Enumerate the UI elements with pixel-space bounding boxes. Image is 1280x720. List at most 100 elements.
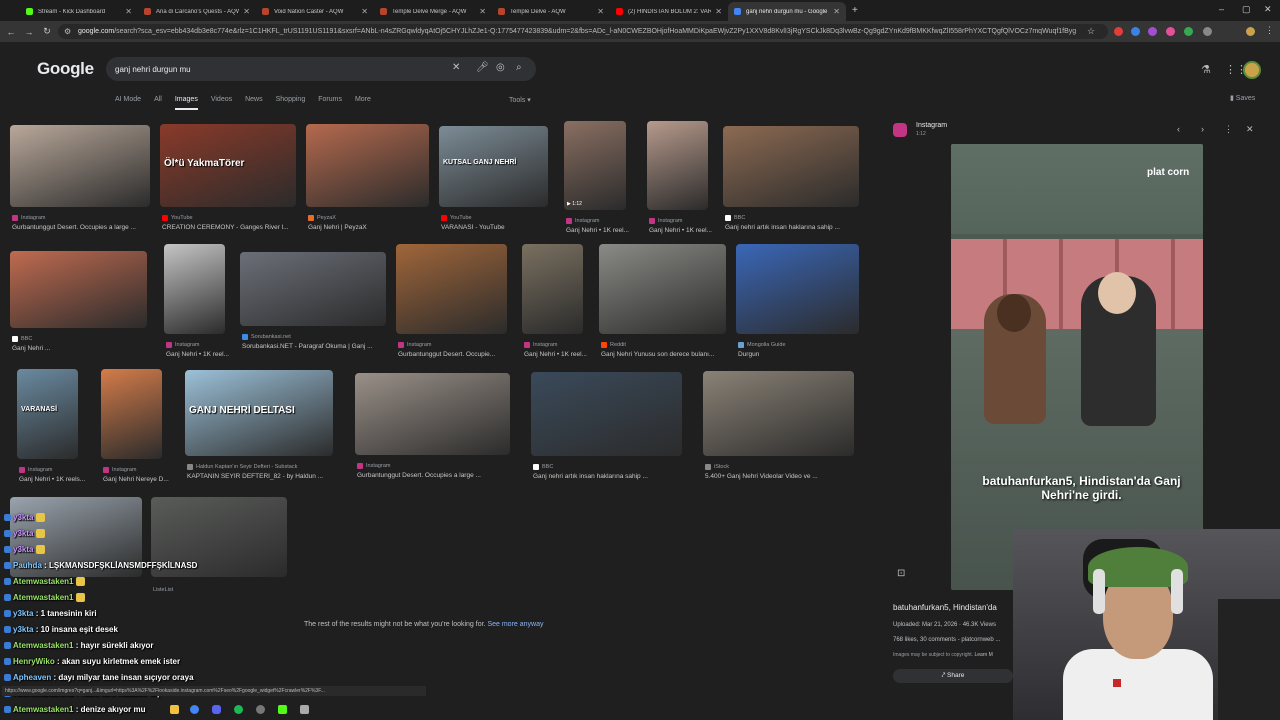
result-caption[interactable]: KAPTANIN SEYİR DEFTERİ_82 - by Haldun ..…: [187, 473, 323, 480]
minimize-icon[interactable]: –: [1219, 4, 1224, 14]
result-thumbnail[interactable]: [736, 244, 859, 334]
result-caption[interactable]: Ganj nehri artık insan haklarına sahip .…: [533, 473, 648, 480]
forward-icon[interactable]: →: [20, 27, 38, 37]
site-info-icon[interactable]: ⚙: [64, 27, 71, 36]
close-tab-icon[interactable]: ✕: [479, 7, 486, 16]
result-thumbnail[interactable]: [703, 371, 854, 456]
new-tab-button[interactable]: +: [852, 5, 858, 16]
browser-tab[interactable]: Void Nation Caster - AQW ✕: [256, 2, 374, 21]
result-thumbnail[interactable]: [599, 244, 726, 334]
profile-avatar-icon[interactable]: [1246, 27, 1255, 36]
result-caption[interactable]: Ganj Nehri ...: [12, 345, 50, 352]
result-thumbnail[interactable]: [355, 373, 510, 455]
search-box[interactable]: ✕ 🎤︎ ◎ ⌕: [106, 57, 536, 81]
result-thumbnail[interactable]: ▶ 1:12: [564, 121, 626, 210]
tab-news[interactable]: News: [245, 96, 263, 110]
close-tab-icon[interactable]: ✕: [361, 7, 368, 16]
image-result[interactable]: PeyzaX Ganj Nehri | PeyzaX: [306, 124, 429, 233]
discord-icon[interactable]: [212, 705, 221, 714]
voice-search-icon[interactable]: 🎤︎: [476, 62, 489, 73]
lens-search-icon[interactable]: ◎: [496, 62, 505, 73]
image-result[interactable]: Sorubankasi.net Sorubankasi.NET - Paragra…: [240, 252, 386, 352]
result-caption[interactable]: Gurbantunggut Desert. Occupies a large .…: [12, 224, 136, 231]
result-thumbnail[interactable]: [10, 251, 147, 328]
result-thumbnail[interactable]: [396, 244, 507, 334]
close-tab-icon[interactable]: ✕: [597, 7, 604, 16]
back-icon[interactable]: ←: [2, 27, 20, 37]
browser-tab[interactable]: Stream - Kick Dashboard ✕: [20, 2, 138, 21]
image-result[interactable]: Instagram Gurbantunggut Desert. Occupies …: [355, 373, 510, 481]
account-avatar[interactable]: [1243, 61, 1261, 79]
prev-result-icon[interactable]: ‹: [1177, 124, 1180, 134]
result-caption[interactable]: 5.400+ Ganj Nehri Videolar Video ve ...: [705, 473, 818, 480]
clear-search-icon[interactable]: ✕: [452, 62, 460, 73]
tab-ai-mode[interactable]: AI Mode: [115, 96, 141, 110]
result-caption[interactable]: Durgun: [738, 351, 759, 358]
folder-icon[interactable]: [170, 705, 179, 714]
browser-tab[interactable]: ganj nehri durgun mu - Google ✕: [728, 2, 846, 21]
extension-icon[interactable]: [1131, 27, 1140, 36]
lens-search-icon[interactable]: ⊡: [897, 568, 905, 579]
result-caption[interactable]: Sorubankasi.NET - Paragraf Okuma | Ganj …: [242, 343, 373, 350]
result-thumbnail[interactable]: [164, 244, 225, 334]
result-thumbnail[interactable]: [647, 121, 708, 210]
tab-all[interactable]: All: [154, 96, 162, 110]
next-result-icon[interactable]: ›: [1201, 124, 1204, 134]
result-thumbnail[interactable]: [101, 369, 162, 459]
extensions-puzzle-icon[interactable]: [1203, 27, 1212, 36]
labs-flask-icon[interactable]: ⚗: [1201, 63, 1211, 76]
extension-icon[interactable]: [1114, 27, 1123, 36]
result-caption[interactable]: Ganj Nehri • 1K reel...: [649, 227, 712, 234]
result-thumbnail[interactable]: [723, 126, 859, 207]
image-result[interactable]: KUTSAL GANJ NEHRİ YouTube VARANASİ - YouTu…: [439, 126, 549, 233]
result-thumbnail[interactable]: KUTSAL GANJ NEHRİ: [439, 126, 548, 207]
result-thumbnail[interactable]: Öl*ü YakmaTörer: [160, 124, 296, 207]
saves-button[interactable]: ▮ Saves: [1230, 94, 1255, 102]
preview-source[interactable]: Instagram: [916, 122, 947, 129]
spotify-icon[interactable]: [234, 705, 243, 714]
image-result[interactable]: Mongolia Guide Durgun: [736, 244, 859, 360]
app-icon[interactable]: [278, 705, 287, 714]
browser-tab[interactable]: Ana di Carcano's Quests - AQW ✕: [138, 2, 256, 21]
browser-tab[interactable]: (2) HİNDİSTAN BÖLÜM 2: VARA ✕: [610, 2, 728, 21]
more-options-icon[interactable]: ⋮: [1224, 124, 1233, 135]
search-input[interactable]: [115, 61, 445, 77]
result-caption[interactable]: CREATION CEREMONY - Ganges River l...: [162, 224, 289, 231]
close-tab-icon[interactable]: ✕: [715, 7, 722, 16]
close-window-icon[interactable]: ✕: [1264, 4, 1272, 15]
result-caption[interactable]: Ganj nehri artık insan haklarına sahip .…: [725, 224, 840, 231]
image-result[interactable]: GANJ NEHRİ DELTASI Haldun Kaptan'ın Seyir…: [185, 370, 333, 482]
extension-icon[interactable]: [1166, 27, 1175, 36]
result-thumbnail[interactable]: [522, 244, 583, 334]
result-thumbnail[interactable]: GANJ NEHRİ DELTASI: [185, 370, 333, 456]
app-icon[interactable]: [300, 705, 309, 714]
close-tab-icon[interactable]: ✕: [125, 7, 132, 16]
extension-icon[interactable]: [1148, 27, 1157, 36]
image-result[interactable]: BBC Ganj Nehri ...: [10, 251, 147, 354]
image-result[interactable]: Instagram Gurbantunggut Desert. Occupie..…: [396, 244, 507, 360]
image-result[interactable]: BBC Ganj nehri artık insan haklarına sahi…: [531, 372, 682, 482]
tab-more[interactable]: More: [355, 96, 371, 110]
result-thumbnail[interactable]: [306, 124, 429, 207]
see-more-link[interactable]: See more anyway: [487, 621, 543, 628]
tab-forums[interactable]: Forums: [318, 96, 342, 110]
image-result[interactable]: Öl*ü YakmaTörer YouTube CREATION CEREMONY …: [160, 124, 296, 233]
preview-title[interactable]: batuhanfurkan5, Hindistan'da: [893, 603, 997, 612]
close-tab-icon[interactable]: ✕: [833, 7, 840, 16]
address-bar[interactable]: google.com/search?sca_esv=ebb434db3e8c77…: [58, 24, 1108, 39]
app-icon[interactable]: [256, 705, 265, 714]
share-button[interactable]: ⤤ Share: [893, 669, 1013, 683]
tab-shopping[interactable]: Shopping: [276, 96, 306, 110]
image-result[interactable]: iStock 5.400+ Ganj Nehri Videolar Video v…: [703, 371, 854, 482]
reload-icon[interactable]: ↻: [38, 26, 56, 37]
result-thumbnail[interactable]: [531, 372, 682, 456]
tab-videos[interactable]: Videos: [211, 96, 232, 110]
image-result[interactable]: Reddit Ganj Nehri Yunusu son derece bulan…: [599, 244, 726, 360]
chrome-icon[interactable]: [190, 705, 199, 714]
result-caption[interactable]: Ganj Nehri • 1K reel...: [566, 227, 629, 234]
close-preview-icon[interactable]: ✕: [1246, 124, 1254, 135]
preview-image[interactable]: plat corn batuhanfurkan5, Hindistan'da G…: [951, 144, 1203, 590]
tools-button[interactable]: Tools ▾: [509, 96, 531, 104]
result-caption[interactable]: Ganj Nehri • 1K reel...: [524, 351, 587, 358]
result-caption[interactable]: VARANASİ - YouTube: [441, 224, 505, 231]
